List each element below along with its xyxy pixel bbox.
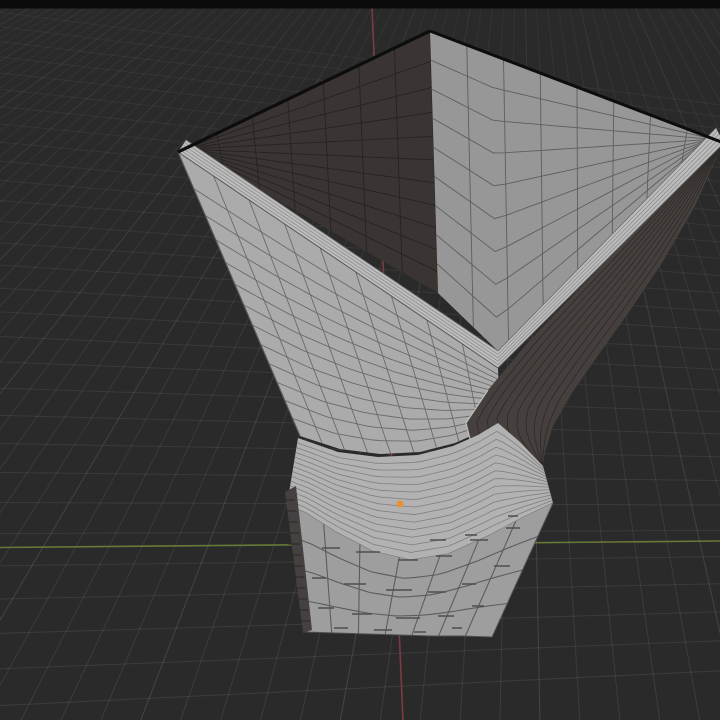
origin-marker (396, 500, 404, 508)
viewport-canvas[interactable] (0, 0, 720, 720)
viewport[interactable] (0, 0, 720, 720)
top-bar (0, 0, 720, 9)
